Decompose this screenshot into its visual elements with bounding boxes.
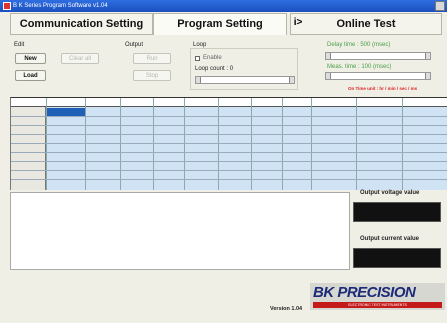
- bk-precision-logo: BK PRECISION ELECTRONIC TEST INSTRUMENTS: [310, 283, 445, 310]
- tab-communication-setting[interactable]: Communication Setting: [10, 13, 153, 35]
- app-icon: [3, 2, 11, 10]
- grid-row-line: [11, 116, 447, 117]
- run-button[interactable]: Run: [133, 53, 171, 64]
- close-icon[interactable]: [435, 1, 445, 11]
- grid-header-row: [11, 98, 447, 107]
- edit-group-label: Edit: [14, 42, 25, 48]
- delay-time-label: Delay time : 500 (msec): [327, 42, 391, 48]
- grid-col-line: [251, 98, 252, 190]
- grid-col-line: [218, 98, 219, 190]
- output-current-display: [353, 248, 441, 268]
- loop-count-slider[interactable]: [195, 76, 295, 84]
- slider-thumb-icon[interactable]: [326, 53, 331, 59]
- grid-col-line: [120, 98, 121, 190]
- output-voltage-display: [353, 202, 441, 222]
- tab-program-setting[interactable]: Program Setting: [153, 13, 287, 35]
- time-unit-hint: On Time unit : hr / min / sec / ms: [348, 86, 418, 91]
- new-button[interactable]: New: [15, 53, 46, 64]
- version-label: Version 1.04: [270, 306, 303, 312]
- delay-time-slider[interactable]: [325, 52, 431, 60]
- loop-count-label: Loop count : 0: [195, 66, 234, 72]
- grid-col-line: [356, 98, 357, 190]
- meas-time-slider[interactable]: [325, 72, 431, 80]
- grid-col-line: [153, 98, 154, 190]
- slider-thumb-icon[interactable]: [196, 77, 201, 83]
- loop-enable-checkbox[interactable]: [195, 56, 200, 61]
- logo-brand-text: BK PRECISION: [313, 284, 416, 301]
- grid-row-headers: [11, 107, 46, 190]
- grid-col-line: [311, 98, 312, 190]
- grid-row-line: [11, 125, 447, 126]
- slider-thumb-icon[interactable]: [326, 73, 331, 79]
- meas-time-label: Meas. time : 100 (msec): [327, 64, 392, 70]
- slider-end-icon: [425, 53, 430, 59]
- loop-enable-label: Enable: [203, 55, 222, 61]
- grid-col-line: [85, 98, 86, 190]
- window-titlebar: B K Series Program Software v1.04: [0, 0, 447, 12]
- grid-col-line: [402, 98, 403, 190]
- window-title: B K Series Program Software v1.04: [13, 3, 108, 9]
- grid-row-line: [11, 143, 447, 144]
- slider-end-icon: [425, 73, 430, 79]
- output-voltage-label: Output voltage value: [360, 190, 420, 196]
- clear-all-button[interactable]: Clear all: [61, 53, 99, 64]
- grid-row-line: [11, 179, 447, 180]
- message-area[interactable]: [10, 192, 350, 270]
- grid-row-line: [11, 161, 447, 162]
- grid-col-line: [184, 98, 185, 190]
- grid-selected-cell[interactable]: [47, 108, 85, 116]
- stop-button[interactable]: Stop: [133, 70, 171, 81]
- grid-row-line: [11, 134, 447, 135]
- grid-col-line: [282, 98, 283, 190]
- program-grid[interactable]: [10, 97, 447, 190]
- slider-end-icon: [289, 77, 294, 83]
- load-button[interactable]: Load: [15, 70, 46, 81]
- tab-online-test[interactable]: Online Test: [290, 13, 442, 35]
- grid-row-line: [11, 152, 447, 153]
- tab-bar: Communication Setting Program Setting On…: [0, 13, 447, 35]
- logo-tagline: ELECTRONIC TEST INSTRUMENTS: [313, 302, 442, 308]
- grid-row-line: [11, 170, 447, 171]
- output-group-label: Output: [125, 42, 144, 48]
- tab-scroll-arrow[interactable]: i>: [290, 13, 306, 35]
- output-current-label: Output current value: [360, 236, 420, 242]
